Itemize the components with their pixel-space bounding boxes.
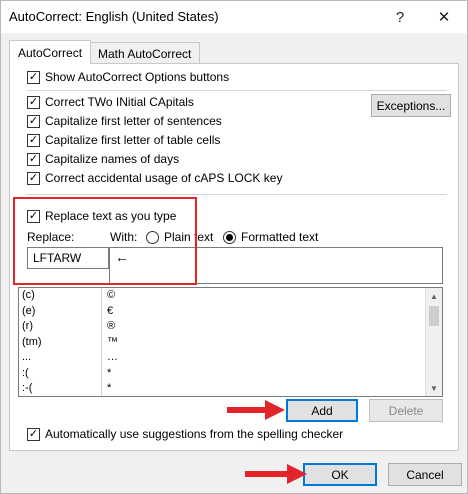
delete-button[interactable]: Delete [369,399,443,422]
help-icon: ? [395,8,405,26]
first-table-label: Capitalize first letter of table cells [45,133,221,147]
autocorrect-entries-list[interactable]: (c) © (e) € (r) ® (tm) ™... … :( * :-( * ▲ ▼ [18,287,443,397]
list-item[interactable]: (c) © [19,288,442,304]
entry-replace-cell: :( [19,365,102,381]
list-scrollbar[interactable]: ▲ ▼ [425,288,442,396]
exceptions-button[interactable]: Exceptions... [371,94,451,117]
tab-autocorrect[interactable]: AutoCorrect [9,40,92,64]
list-item[interactable]: (e) € [19,303,442,319]
divider [27,194,447,195]
days-checkbox[interactable]: ✓ [27,152,40,166]
list-item[interactable]: (tm) ™ [19,334,442,350]
divider [27,90,447,91]
scroll-thumb[interactable] [429,306,439,326]
entries-rows: (c) © (e) € (r) ® (tm) ™... … :( * :-( * [19,288,442,396]
replace-as-type-label: Replace text as you type [45,209,177,223]
caps-lock-option[interactable]: ✓ Correct accidental usage of cAPS LOCK … [27,171,282,185]
first-sentence-option[interactable]: ✓ Capitalize first letter of sentences [27,114,222,128]
two-initial-label: Correct TWo INitial CApitals [45,95,194,109]
with-label: With: [110,230,138,244]
entry-with-cell: © [107,289,116,301]
annotation-arrow-ok-icon [245,464,307,484]
help-button[interactable]: ? [382,5,418,29]
entry-replace-cell: (r) [19,319,102,335]
entry-with-cell: * [107,382,112,394]
entry-with-cell: ® [107,320,116,332]
list-item[interactable]: ... … [19,350,442,366]
first-table-option[interactable]: ✓ Capitalize first letter of table cells [27,133,220,147]
entry-replace-cell: :-( [19,381,102,396]
title-bar: AutoCorrect: English (United States) ? ✕ [1,1,467,33]
ok-button[interactable]: OK [303,463,377,486]
entry-replace-cell: (e) [19,303,102,319]
suggestions-label: Automatically use suggestions from the s… [45,427,344,441]
replace-label: Replace: [27,230,75,244]
annotation-arrow-add-icon [227,400,285,420]
entry-with-cell: * [107,366,112,379]
first-sentence-label: Capitalize first letter of sentences [45,114,222,128]
formatted-text-radio[interactable] [223,230,236,244]
replace-input[interactable]: LFTARW [27,247,109,269]
close-button[interactable]: ✕ [426,5,462,29]
two-initial-option[interactable]: ✓ Correct TWo INitial CApitals [27,95,194,109]
first-sentence-checkbox[interactable]: ✓ [27,114,40,128]
list-item[interactable]: (r) ® [19,319,442,335]
first-table-checkbox[interactable]: ✓ [27,133,40,147]
scroll-down-icon[interactable]: ▼ [426,380,442,396]
close-icon: ✕ [437,9,451,26]
radio-selected-dot [226,233,233,241]
replace-as-type-option[interactable]: ✓ Replace text as you type [27,209,176,223]
list-item[interactable]: :( * [19,365,442,381]
window-title: AutoCorrect: English (United States) [9,9,219,24]
entry-with-cell: € [107,304,114,317]
days-option[interactable]: ✓ Capitalize names of days [27,152,179,166]
caps-lock-label: Correct accidental usage of cAPS LOCK ke… [45,171,283,185]
entry-replace-cell: (c) [19,288,102,304]
show-buttons-checkbox[interactable]: ✓ [27,70,40,84]
with-input[interactable]: ← [109,247,443,284]
scroll-up-icon[interactable]: ▲ [426,288,442,304]
plain-text-radio[interactable] [146,230,159,244]
entry-replace-cell: ... [19,350,102,366]
plain-text-label: Plain text [164,230,214,244]
list-item[interactable]: :-( * [19,381,442,396]
show-buttons-option[interactable]: ✓ Show AutoCorrect Options buttons [27,70,229,84]
plain-text-option[interactable]: Plain text [146,230,213,244]
replace-as-type-checkbox[interactable]: ✓ [27,209,40,223]
add-button[interactable]: Add [286,399,358,422]
autocorrect-dialog: AutoCorrect: English (United States) ? ✕… [0,0,468,494]
caps-lock-checkbox[interactable]: ✓ [27,171,40,185]
two-initial-checkbox[interactable]: ✓ [27,95,40,109]
tab-math-autocorrect[interactable]: Math AutoCorrect [89,42,201,64]
entry-with-cell: ™ [107,335,118,348]
days-label: Capitalize names of days [45,152,180,166]
entry-with-cell: … [107,351,118,363]
show-buttons-label: Show AutoCorrect Options buttons [45,70,230,84]
cancel-button[interactable]: Cancel [388,463,462,486]
suggestions-checkbox[interactable]: ✓ [27,427,40,441]
suggestions-option[interactable]: ✓ Automatically use suggestions from the… [27,427,343,441]
formatted-text-label: Formatted text [241,230,319,244]
entry-replace-cell: (tm) [19,334,102,350]
formatted-text-option[interactable]: Formatted text [223,230,318,244]
